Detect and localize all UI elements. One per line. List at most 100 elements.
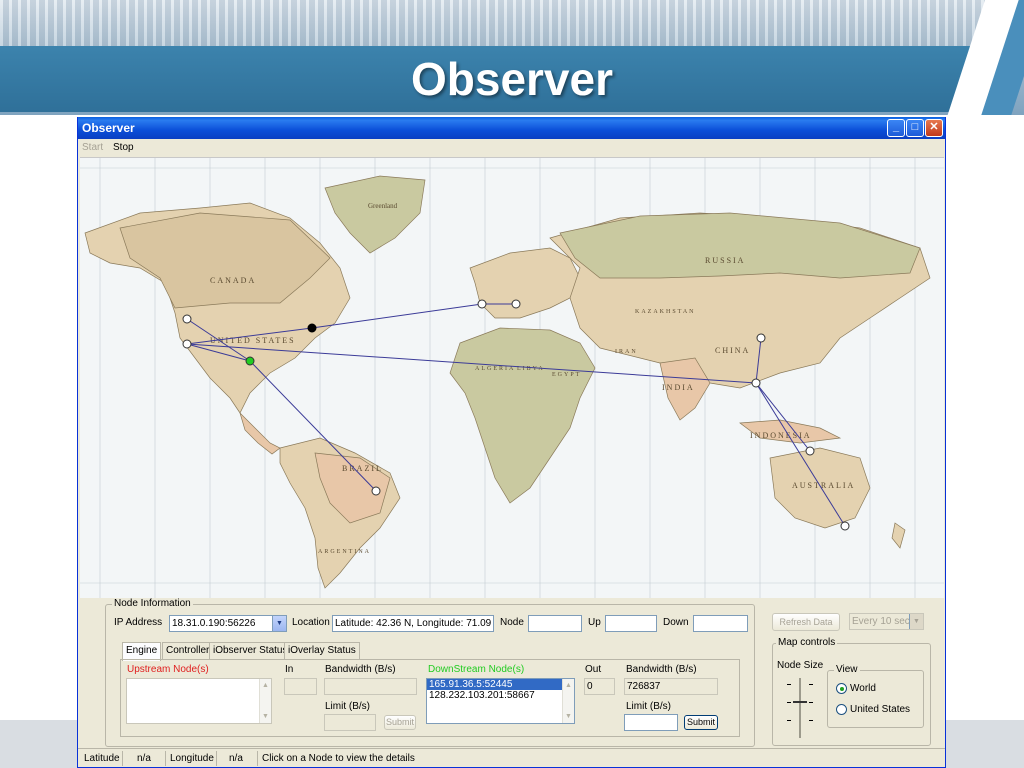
- downstream-nodes-list[interactable]: 165.91.36.5:52445 128.232.103.201:58667 …: [426, 678, 575, 724]
- up-label: Up: [588, 617, 601, 628]
- submit-button-downstream[interactable]: Submit: [684, 715, 718, 730]
- scroll-down-icon[interactable]: ▼: [260, 711, 271, 722]
- ip-address-value: 18.31.0.190:56226: [172, 618, 256, 629]
- ip-address-select[interactable]: 18.31.0.190:56226 ▼: [169, 615, 287, 632]
- upstream-nodes-list[interactable]: ▲ ▼: [126, 678, 272, 724]
- chevron-down-icon[interactable]: ▼: [909, 614, 923, 629]
- in-label: In: [285, 664, 294, 675]
- close-icon: ✕: [929, 121, 939, 133]
- africa-shape: [449, 327, 596, 504]
- close-button[interactable]: ✕: [925, 119, 943, 137]
- limit-label-upstream: Limit (B/s): [325, 701, 370, 712]
- out-value: 0: [587, 681, 593, 692]
- slide-banner: Observer: [0, 0, 1024, 115]
- submit-button-upstream[interactable]: Submit: [384, 715, 416, 730]
- label-iran: IRAN: [615, 349, 638, 355]
- europe-shape: [469, 247, 581, 319]
- node-size-slider[interactable]: [785, 678, 815, 738]
- list-item[interactable]: 165.91.36.5:52445: [427, 679, 574, 690]
- slider-tick: [809, 684, 813, 685]
- slider-tick: [809, 702, 813, 703]
- node-marker[interactable]: [182, 314, 192, 324]
- status-longitude-label: Longitude: [166, 751, 217, 766]
- bandwidth-field-upstream: [324, 678, 417, 695]
- node-marker[interactable]: [840, 521, 850, 531]
- refresh-interval-select[interactable]: Every 10 sec. ▼: [849, 613, 924, 630]
- node-information-group: Node Information IP Address 18.31.0.190:…: [105, 598, 755, 747]
- status-latitude-value: n/a: [123, 751, 166, 766]
- up-field[interactable]: [605, 615, 657, 632]
- view-world-radio[interactable]: [836, 683, 847, 694]
- minimize-button[interactable]: _: [887, 119, 905, 137]
- node-marker[interactable]: [182, 339, 192, 349]
- scroll-up-icon[interactable]: ▲: [260, 680, 271, 691]
- node-size-label: Node Size: [777, 660, 824, 671]
- label-kazakhstan: KAZAKHSTAN: [635, 309, 696, 315]
- in-field: [284, 678, 317, 695]
- down-field[interactable]: [693, 615, 748, 632]
- status-message: Click on a Node to view the details: [262, 753, 415, 764]
- node-marker[interactable]: [511, 299, 521, 309]
- location-field[interactable]: Latitude: 42.36 N, Longitude: 71.09 W: [332, 615, 494, 632]
- minimize-icon: _: [892, 121, 900, 133]
- status-bar: Latitude n/a Longitude n/a Click on a No…: [78, 748, 945, 767]
- label-russia: RUSSIA: [705, 256, 745, 265]
- title-bar[interactable]: Observer _ □ ✕: [78, 117, 945, 139]
- view-label: View: [834, 664, 860, 675]
- menu-stop[interactable]: Stop: [113, 142, 134, 153]
- node-marker-source[interactable]: [307, 323, 317, 333]
- view-united-states-radio[interactable]: [836, 704, 847, 715]
- downstream-nodes-label: DownStream Node(s): [428, 664, 525, 675]
- observer-window: Observer _ □ ✕ Start Stop CANADA UNITED …: [77, 117, 946, 768]
- out-label: Out: [585, 664, 602, 675]
- node-information-label: Node Information: [112, 598, 193, 609]
- slider-tick: [787, 684, 791, 685]
- node-marker[interactable]: [477, 299, 487, 309]
- status-longitude-value: n/a: [217, 751, 258, 766]
- location-value: Latitude: 42.36 N, Longitude: 71.09 W: [335, 618, 494, 629]
- chevron-down-icon[interactable]: ▼: [272, 616, 286, 631]
- node-marker[interactable]: [756, 333, 766, 343]
- maximize-icon: □: [911, 121, 919, 133]
- slider-tick: [787, 702, 791, 703]
- tab-iobserver-status[interactable]: iObserver Status: [209, 642, 292, 659]
- node-marker[interactable]: [371, 486, 381, 496]
- scroll-up-icon[interactable]: ▲: [563, 680, 574, 691]
- node-field[interactable]: [528, 615, 582, 632]
- world-map-canvas[interactable]: CANADA UNITED STATES RUSSIA CHINA INDIA …: [80, 158, 944, 598]
- view-world-label[interactable]: World: [850, 683, 876, 694]
- continents: [84, 175, 931, 589]
- bandwidth-field-downstream: 726837: [624, 678, 718, 695]
- world-map[interactable]: CANADA UNITED STATES RUSSIA CHINA INDIA …: [80, 157, 944, 598]
- tab-controller[interactable]: Controller: [162, 642, 214, 659]
- ip-address-label: IP Address: [114, 617, 163, 628]
- upstream-nodes-label: Upstream Node(s): [127, 664, 209, 675]
- slider-track: [799, 678, 801, 738]
- label-india: INDIA: [662, 383, 695, 392]
- list-item[interactable]: 128.232.103.201:58667: [427, 690, 574, 701]
- refresh-data-button[interactable]: Refresh Data: [772, 613, 840, 631]
- slider-thumb[interactable]: [793, 697, 807, 703]
- radio-selected-dot: [840, 687, 844, 691]
- control-panel: Node Information IP Address 18.31.0.190:…: [78, 598, 945, 748]
- maximize-button[interactable]: □: [906, 119, 924, 137]
- node-marker[interactable]: [805, 446, 815, 456]
- tab-ioverlay-status[interactable]: iOverlay Status: [284, 642, 360, 659]
- menu-start[interactable]: Start: [82, 142, 103, 153]
- scroll-down-icon[interactable]: ▼: [563, 711, 574, 722]
- label-indonesia: INDONESIA: [750, 431, 812, 440]
- downstream-scrollbar[interactable]: ▲ ▼: [562, 679, 574, 723]
- limit-field-downstream[interactable]: [624, 714, 678, 731]
- node-marker[interactable]: [751, 378, 761, 388]
- map-controls-group: Map controls Node Size View World United…: [772, 637, 931, 746]
- upstream-scrollbar[interactable]: ▲ ▼: [259, 679, 271, 723]
- label-united-states: UNITED STATES: [210, 336, 296, 345]
- russia-shade: [559, 212, 921, 279]
- greenland-shape: [324, 175, 426, 254]
- node-marker-selected[interactable]: [245, 356, 255, 366]
- window-title: Observer: [82, 121, 135, 135]
- view-united-states-label[interactable]: United States: [850, 704, 910, 715]
- view-group: View World United States: [827, 664, 924, 728]
- label-algeria: ALGERIA: [475, 366, 515, 372]
- bandwidth-label-upstream: Bandwidth (B/s): [325, 664, 396, 675]
